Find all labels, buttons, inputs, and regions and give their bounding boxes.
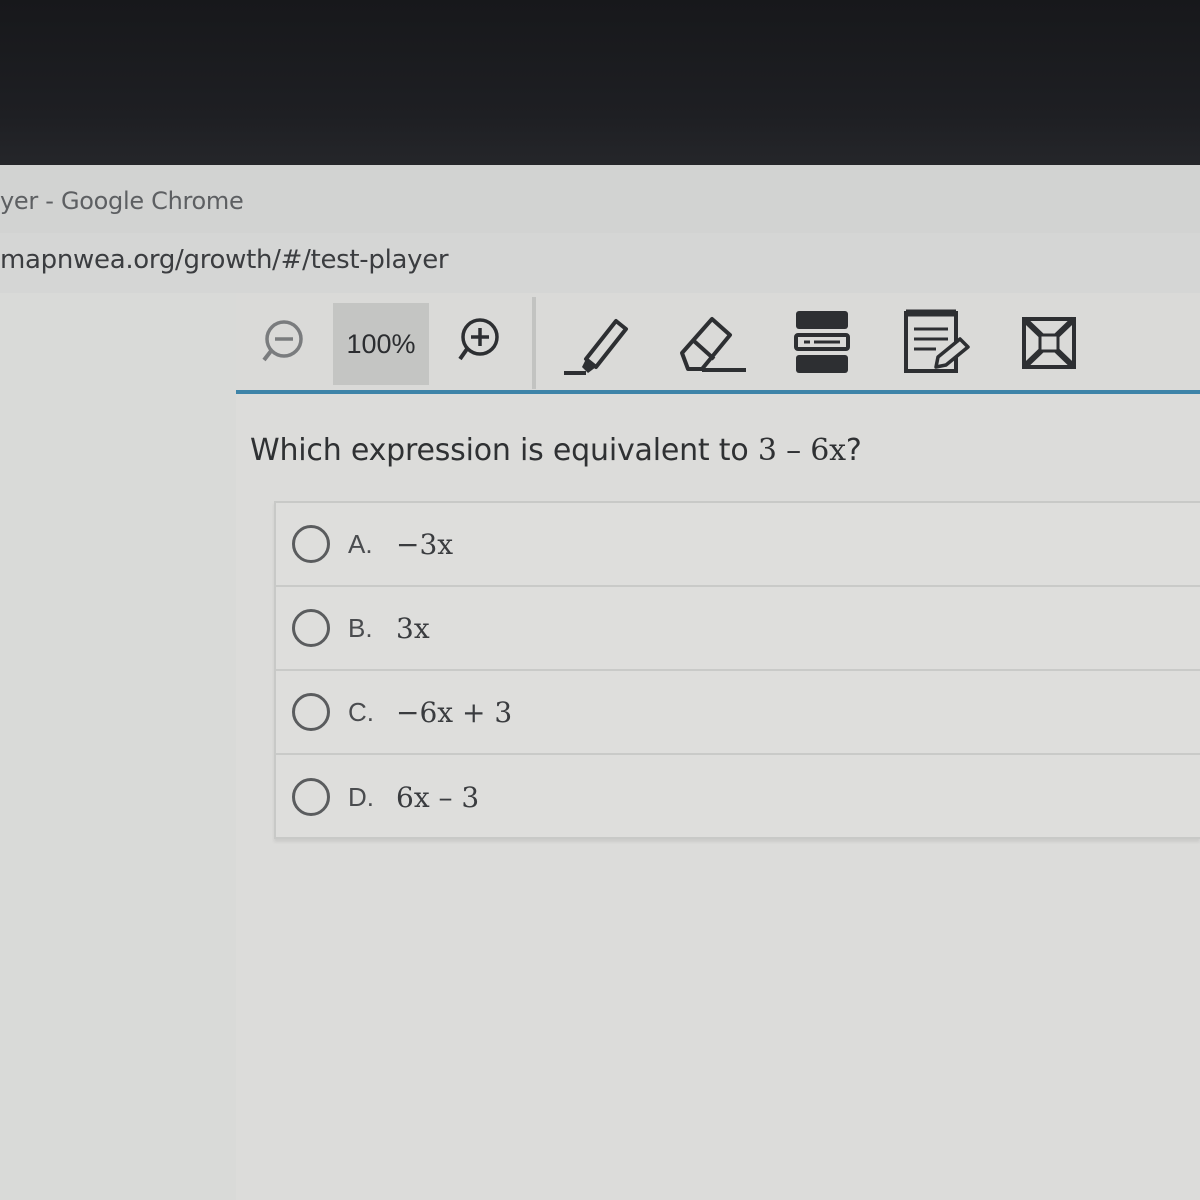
- question-prompt: Which expression is equivalent to 3 – 6x…: [250, 433, 862, 468]
- tool-bar: 100%: [236, 293, 1200, 394]
- choice-letter: A.: [348, 528, 373, 559]
- choice-b[interactable]: B. 3x: [276, 587, 1200, 671]
- line-reader-button[interactable]: [792, 305, 852, 379]
- choice-expression: 6x – 3: [396, 780, 480, 814]
- answer-eliminator-icon: [1021, 316, 1077, 370]
- choice-d[interactable]: D. 6x – 3: [276, 755, 1200, 839]
- radio-button[interactable]: [292, 525, 330, 563]
- choice-expression: 3x: [396, 611, 430, 645]
- choice-letter: C.: [348, 696, 374, 727]
- eraser-button[interactable]: [672, 307, 752, 379]
- line-reader-icon: [794, 311, 850, 373]
- notepad-button[interactable]: [900, 305, 974, 381]
- answer-eliminator-button[interactable]: [1018, 311, 1080, 375]
- zoom-level: 100%: [333, 303, 429, 385]
- radio-button[interactable]: [292, 609, 330, 647]
- test-content: 100% Which expression is equivalent to 3…: [236, 293, 1200, 1200]
- choice-c[interactable]: C. −6x + 3: [276, 671, 1200, 755]
- zoom-in-button[interactable]: [454, 317, 506, 363]
- highlighter-icon: [564, 319, 628, 375]
- choice-letter: D.: [348, 781, 374, 812]
- radio-button[interactable]: [292, 693, 330, 731]
- question-text: Which expression is equivalent to: [250, 433, 758, 468]
- notepad-icon: [904, 309, 970, 373]
- monitor-bezel: [0, 0, 1200, 165]
- highlighter-button[interactable]: [558, 307, 634, 379]
- toolbar-divider: [532, 297, 536, 389]
- zoom-in-icon: [458, 318, 499, 361]
- window-title: yer - Google Chrome: [0, 187, 244, 215]
- choice-a[interactable]: A. −3x: [276, 503, 1200, 587]
- screen: yer - Google Chrome mapnwea.org/growth/#…: [0, 165, 1200, 1200]
- eraser-icon: [680, 317, 746, 372]
- answer-choices: A. −3x B. 3x C. −6x + 3 D. 6x – 3: [274, 501, 1200, 839]
- window-titlebar: yer - Google Chrome: [0, 165, 1200, 233]
- question-mark: ?: [845, 433, 862, 468]
- choice-expression: −3x: [396, 527, 454, 561]
- radio-button[interactable]: [292, 778, 330, 816]
- question-expression: 3 – 6x: [757, 433, 846, 468]
- choice-expression: −6x + 3: [396, 695, 513, 729]
- left-panel: [0, 293, 236, 1200]
- zoom-out-button[interactable]: [258, 319, 310, 363]
- choice-letter: B.: [348, 612, 373, 643]
- zoom-out-icon: [262, 320, 303, 362]
- address-bar[interactable]: mapnwea.org/growth/#/test-player: [0, 233, 1200, 293]
- url-text: mapnwea.org/growth/#/test-player: [0, 245, 449, 275]
